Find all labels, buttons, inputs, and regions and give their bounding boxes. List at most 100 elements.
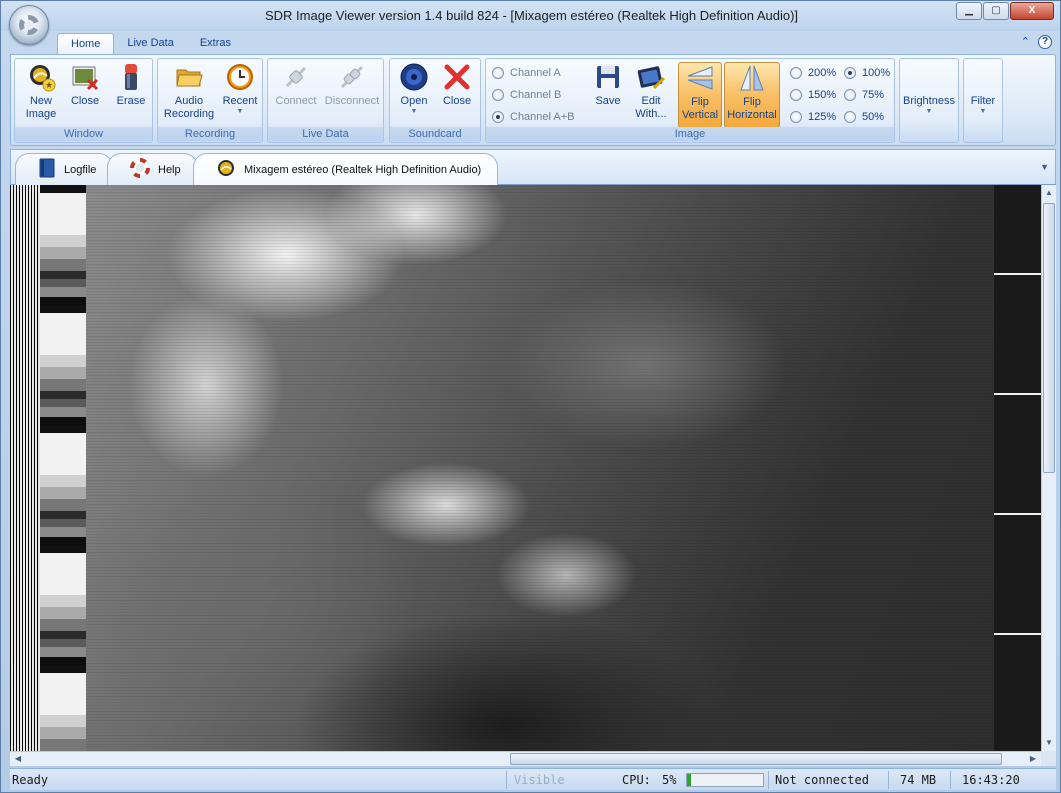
recent-button[interactable]: Recent ▼ bbox=[218, 62, 262, 116]
floppy-disk-icon bbox=[593, 62, 623, 92]
flip-vertical-icon bbox=[685, 63, 715, 93]
tab-extras[interactable]: Extras bbox=[187, 33, 244, 55]
save-image-button[interactable]: Save bbox=[590, 62, 626, 108]
radio-icon bbox=[844, 89, 856, 101]
radio-icon bbox=[492, 89, 504, 101]
memory-usage: 74 MB bbox=[900, 773, 937, 787]
status-separator bbox=[768, 771, 769, 789]
zoom-125-radio[interactable]: 125% bbox=[790, 108, 836, 126]
doc-tab-logfile[interactable]: Logfile bbox=[15, 153, 114, 185]
right-telemetry-band bbox=[994, 185, 1041, 751]
scroll-left-icon[interactable]: ◀ bbox=[10, 752, 26, 766]
filter-dropdown-icon: ▼ bbox=[979, 108, 987, 115]
scroll-up-icon[interactable]: ▲ bbox=[1042, 185, 1056, 201]
horizontal-scroll-thumb[interactable] bbox=[510, 753, 1002, 765]
radio-icon bbox=[492, 67, 504, 79]
connect-button[interactable]: Connect bbox=[272, 62, 320, 108]
help-icon[interactable]: ? bbox=[1038, 35, 1052, 49]
zoom-200-radio[interactable]: 200% bbox=[790, 64, 836, 82]
scroll-right-icon[interactable]: ▶ bbox=[1025, 752, 1041, 766]
radio-icon bbox=[790, 67, 802, 79]
group-label-live-data: Live Data bbox=[268, 127, 383, 141]
zoom-100-radio[interactable]: 100% bbox=[844, 64, 890, 82]
scrollbar-corner bbox=[1041, 751, 1056, 766]
cpu-label: CPU: bbox=[622, 773, 651, 787]
channel-status: Visible bbox=[514, 773, 565, 787]
doc-tab-help[interactable]: Help bbox=[107, 153, 198, 185]
tab-list-dropdown-icon[interactable]: ▼ bbox=[1040, 162, 1049, 172]
title-bar[interactable]: SDR Image Viewer version 1.4 build 824 -… bbox=[1, 1, 1060, 31]
radio-icon bbox=[790, 89, 802, 101]
audio-recording-button[interactable]: Audio Recording bbox=[160, 62, 218, 121]
telemetry-wedges bbox=[40, 185, 86, 751]
telemetry-marker bbox=[994, 633, 1041, 635]
edit-with-button[interactable]: Edit With... bbox=[628, 62, 674, 121]
brightness-button[interactable]: Brightness ▼ bbox=[900, 95, 958, 116]
flip-vertical-button[interactable]: Flip Vertical bbox=[678, 62, 722, 128]
connection-status: Not connected bbox=[775, 773, 869, 787]
ribbon-collapse-icon[interactable]: ⌃ bbox=[1021, 35, 1030, 49]
group-label-window: Window bbox=[15, 127, 152, 141]
window-controls: ▁ ▢ X bbox=[956, 2, 1054, 20]
open-dropdown-icon: ▼ bbox=[410, 108, 418, 115]
group-brightness: Brightness ▼ bbox=[899, 58, 959, 143]
folder-open-icon bbox=[174, 62, 204, 92]
radio-icon bbox=[844, 111, 856, 123]
status-separator bbox=[888, 771, 889, 789]
group-filter: Filter ▼ bbox=[963, 58, 1003, 143]
zoom-75-radio[interactable]: 75% bbox=[844, 86, 884, 104]
close-image-button[interactable]: Close bbox=[65, 62, 105, 108]
vertical-scroll-thumb[interactable] bbox=[1043, 203, 1055, 473]
close-window-button[interactable]: X bbox=[1010, 2, 1054, 20]
sync-pulse-strip bbox=[10, 185, 40, 751]
group-window: ★ New Image Close Erase Window bbox=[14, 58, 153, 143]
status-bar: Ready Visible CPU: 5% Not connected 74 M… bbox=[10, 768, 1056, 790]
image-viewport[interactable] bbox=[10, 185, 1041, 751]
edit-image-icon bbox=[636, 62, 666, 92]
vertical-scrollbar[interactable]: ▲ ▼ bbox=[1041, 185, 1056, 751]
cpu-usage-bar bbox=[686, 773, 764, 787]
channel-a-radio[interactable]: Channel A bbox=[492, 64, 561, 82]
clock-icon bbox=[225, 62, 255, 92]
status-text: Ready bbox=[12, 773, 49, 787]
flip-horizontal-button[interactable]: Flip Horizontal bbox=[724, 62, 780, 128]
close-image-icon bbox=[70, 62, 100, 92]
group-live-data: Connect Disconnect Live Data bbox=[267, 58, 384, 143]
telemetry-marker bbox=[994, 273, 1041, 275]
radio-checked-icon bbox=[844, 67, 856, 79]
cpu-value: 5% bbox=[662, 773, 677, 787]
tab-live-data[interactable]: Live Data bbox=[114, 33, 186, 55]
filter-button[interactable]: Filter ▼ bbox=[964, 95, 1002, 116]
group-image: Channel A Channel B Channel A+B Save Edi… bbox=[485, 58, 895, 143]
zoom-150-radio[interactable]: 150% bbox=[790, 86, 836, 104]
channel-ab-radio[interactable]: Channel A+B bbox=[492, 108, 575, 126]
radio-checked-icon bbox=[492, 111, 504, 123]
erase-button[interactable]: Erase bbox=[111, 62, 151, 108]
doc-tab-audio-source[interactable]: Mixagem estéreo (Realtek High Definition… bbox=[193, 153, 499, 185]
group-label-soundcard: Soundcard bbox=[390, 127, 480, 141]
ribbon-corner-controls: ⌃ ? bbox=[1021, 35, 1052, 49]
telemetry-marker bbox=[994, 393, 1041, 395]
group-label-image: Image bbox=[486, 127, 894, 141]
scroll-down-icon[interactable]: ▼ bbox=[1042, 735, 1056, 751]
soundcard-close-button[interactable]: Close bbox=[436, 62, 478, 108]
zoom-50-radio[interactable]: 50% bbox=[844, 108, 884, 126]
ribbon-tab-strip: Home Live Data Extras bbox=[57, 33, 244, 55]
horizontal-scrollbar[interactable]: ◀ ▶ bbox=[10, 751, 1041, 766]
maximize-button[interactable]: ▢ bbox=[983, 2, 1009, 20]
app-window: SDR Image Viewer version 1.4 build 824 -… bbox=[0, 0, 1061, 793]
soundcard-open-button[interactable]: Open ▼ bbox=[394, 62, 434, 116]
ribbon-panel: ★ New Image Close Erase Window Audio Rec… bbox=[10, 54, 1056, 146]
gear-icon bbox=[19, 15, 39, 35]
channel-b-radio[interactable]: Channel B bbox=[492, 86, 561, 104]
new-image-button[interactable]: ★ New Image bbox=[19, 62, 63, 121]
disconnect-button[interactable]: Disconnect bbox=[322, 62, 382, 108]
minimize-button[interactable]: ▁ bbox=[956, 2, 982, 20]
status-separator bbox=[950, 771, 951, 789]
application-menu-button[interactable] bbox=[9, 5, 49, 45]
document-tab-strip: Logfile Help Mixagem estéreo (Realtek Hi… bbox=[10, 149, 1056, 185]
radio-icon bbox=[790, 111, 802, 123]
tab-home[interactable]: Home bbox=[57, 33, 115, 55]
plug-disconnect-icon bbox=[337, 62, 367, 92]
recent-dropdown-icon: ▼ bbox=[236, 108, 244, 115]
